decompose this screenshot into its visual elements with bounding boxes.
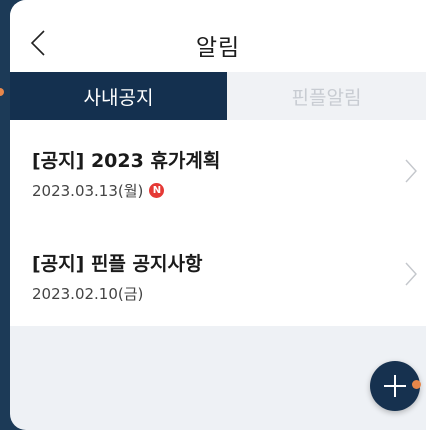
- tab-pinple-alerts[interactable]: 핀플알림: [227, 72, 426, 120]
- tab-company-notice[interactable]: 사내공지: [10, 72, 227, 120]
- notice-title: [공지] 핀플 공지사항: [32, 253, 203, 275]
- notice-date: 2023.02.10(금): [32, 285, 144, 303]
- header: 알림: [10, 0, 426, 72]
- chevron-right-icon: [405, 159, 417, 183]
- list-item[interactable]: [공지] 2023 휴가계획 2023.03.13(월) N: [10, 120, 426, 223]
- backdrop-indicator-dot: [0, 88, 4, 96]
- fab-indicator-dot: [412, 380, 421, 389]
- new-badge: N: [149, 183, 165, 198]
- notification-sheet: 알림 사내공지 핀플알림 [공지] 2023 휴가계획 2023.03.13(월…: [10, 0, 426, 430]
- page-title: 알림: [195, 35, 241, 61]
- tab-bar: 사내공지 핀플알림: [10, 72, 426, 120]
- notice-meta: 2023.02.10(금): [32, 283, 143, 304]
- notice-list: [공지] 2023 휴가계획 2023.03.13(월) N [공지] 핀플 공…: [10, 120, 426, 326]
- notice-date: 2023.03.13(월): [32, 182, 144, 200]
- notice-title: [공지] 2023 휴가계획: [32, 150, 221, 172]
- list-item[interactable]: [공지] 핀플 공지사항 2023.02.10(금): [10, 223, 426, 326]
- notice-meta: 2023.03.13(월) N: [32, 180, 165, 201]
- chevron-right-icon: [405, 262, 417, 286]
